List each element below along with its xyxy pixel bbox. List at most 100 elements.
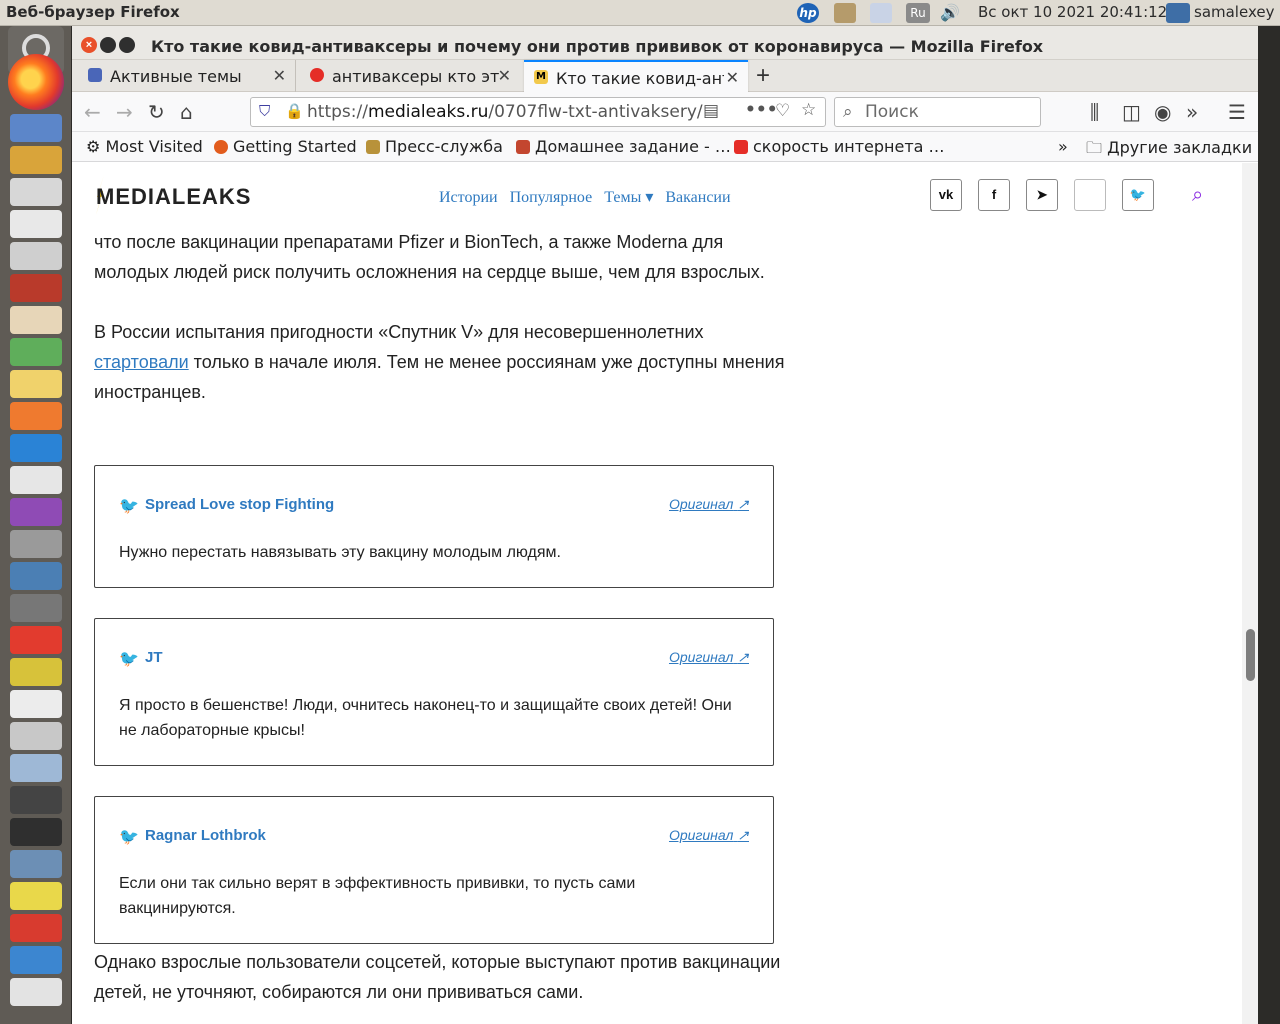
window-titlebar[interactable]: × Кто такие ковид-антиваксеры и почему о…	[72, 26, 1258, 60]
vk-icon[interactable]: vk	[930, 179, 962, 211]
app-launcher-icon[interactable]	[10, 978, 62, 1006]
site-logo[interactable]: MEDIALEAKS	[96, 184, 251, 210]
app-launcher-icon[interactable]	[10, 402, 62, 430]
app-launcher-icon[interactable]	[10, 274, 62, 302]
tab-close-icon[interactable]: ✕	[726, 68, 739, 87]
sidebar-icon[interactable]: ◫	[1122, 100, 1141, 124]
firefox-launcher-icon[interactable]	[8, 54, 64, 110]
bookmark-press-service[interactable]: Пресс-служба	[366, 137, 503, 156]
nav-stories[interactable]: Истории	[439, 189, 498, 206]
app-launcher-icon[interactable]	[10, 850, 62, 878]
site-header: MEDIALEAKS Истории Популярное Темы ▾ Вак…	[72, 163, 1242, 227]
window-minimize-button[interactable]	[100, 37, 116, 53]
odnoklassniki-icon[interactable]	[1074, 179, 1106, 211]
bookmark-star-icon[interactable]: ☆	[801, 100, 816, 120]
hamburger-menu-icon[interactable]: ☰	[1228, 100, 1246, 124]
app-launcher-icon[interactable]	[10, 242, 62, 270]
twitter-icon[interactable]: 🐦	[1122, 179, 1154, 211]
clipboard-icon[interactable]	[834, 3, 856, 23]
hp-printer-icon[interactable]: hp	[797, 3, 819, 23]
app-launcher-icon[interactable]	[10, 594, 62, 622]
scrollbar-thumb[interactable]	[1246, 629, 1255, 681]
app-launcher-icon[interactable]	[10, 306, 62, 334]
back-arrow-icon[interactable]: ←	[84, 100, 101, 124]
app-launcher-icon[interactable]	[10, 146, 62, 174]
app-launcher-icon[interactable]	[10, 690, 62, 718]
bookmark-label: Пресс-служба	[385, 137, 503, 156]
overflow-menu-icon[interactable]: »	[1186, 100, 1198, 124]
app-launcher-icon[interactable]	[10, 722, 62, 750]
tweet-text: Я просто в бешенстве! Люди, очнитесь нак…	[119, 697, 732, 739]
nav-popular[interactable]: Популярное	[510, 189, 593, 206]
other-bookmarks-folder[interactable]: 🗀 Другие закладки	[1086, 137, 1252, 164]
app-launcher-icon[interactable]	[10, 658, 62, 686]
tracking-protection-shield-icon[interactable]: ⛉	[259, 102, 270, 120]
volume-icon[interactable]: 🔊	[940, 3, 962, 23]
app-launcher-icon[interactable]	[10, 466, 62, 494]
reader-view-icon[interactable]: ▤	[703, 101, 719, 121]
url-bar[interactable]: ⛉ 🔒 https://medialeaks.ru/0707flw-txt-an…	[250, 97, 826, 127]
home-icon[interactable]: ⌂	[180, 100, 193, 124]
pocket-icon[interactable]: ♡	[775, 101, 790, 121]
tweet-author[interactable]: Ragnar Lothbrok	[145, 827, 266, 844]
firefox-icon	[214, 140, 228, 154]
facebook-icon[interactable]: f	[978, 179, 1010, 211]
app-launcher-icon[interactable]	[10, 338, 62, 366]
app-launcher-icon[interactable]	[10, 946, 62, 974]
app-launcher-icon[interactable]	[10, 882, 62, 910]
user-name[interactable]: samalexey	[1194, 3, 1274, 21]
app-launcher-icon[interactable]	[10, 786, 62, 814]
tab-medialeaks-article[interactable]: M Кто такие ковид-антиваксеры ✕	[524, 60, 748, 93]
started-link[interactable]: стартовали	[94, 352, 189, 372]
tab-active-topics[interactable]: Активные темы ✕	[78, 60, 296, 92]
bookmark-internet-speed[interactable]: скорость интернета …	[734, 137, 945, 156]
app-launcher-icon[interactable]	[10, 114, 62, 142]
reload-icon[interactable]: ↻	[148, 100, 165, 124]
new-tab-button[interactable]: +	[756, 62, 770, 90]
keyboard-layout-indicator[interactable]: Ru	[906, 3, 930, 23]
app-launcher-icon[interactable]	[10, 370, 62, 398]
clock[interactable]: Вс окт 10 2021 20:41:12	[978, 3, 1167, 21]
window-maximize-button[interactable]	[119, 37, 135, 53]
tab-close-icon[interactable]: ✕	[273, 66, 286, 85]
app-launcher-icon[interactable]	[10, 498, 62, 526]
tweet-original-link[interactable]: Оригинал ↗	[669, 496, 749, 513]
tweet-author[interactable]: Spread Love stop Fighting	[145, 496, 334, 513]
url-text[interactable]: https://medialeaks.ru/0707flw-txt-antiva…	[307, 102, 703, 122]
app-launcher-icon[interactable]	[10, 754, 62, 782]
bookmark-most-visited[interactable]: ⚙ Most Visited	[86, 137, 203, 156]
tweet-original-link[interactable]: Оригинал ↗	[669, 827, 749, 844]
bookmarks-overflow-chevron-icon[interactable]: »	[1058, 137, 1068, 156]
app-launcher-icon[interactable]	[10, 434, 62, 462]
app-launcher-icon[interactable]	[10, 626, 62, 654]
tweet-original-link[interactable]: Оригинал ↗	[669, 649, 749, 666]
lock-icon[interactable]: 🔒	[285, 102, 304, 120]
app-launcher-icon[interactable]	[10, 562, 62, 590]
window-close-button[interactable]: ×	[81, 37, 97, 53]
bookmark-homework[interactable]: Домашнее задание - …	[516, 137, 731, 156]
search-icon[interactable]: ⌕	[1192, 184, 1203, 207]
tab-antivaxers-search[interactable]: антиваксеры кто это ✕	[300, 60, 520, 92]
bookmark-getting-started[interactable]: Getting Started	[214, 137, 357, 156]
library-icon[interactable]: ⫼	[1090, 100, 1099, 124]
nav-jobs[interactable]: Вакансии	[665, 189, 730, 206]
page-actions-more-icon[interactable]: •••	[745, 100, 778, 120]
account-icon[interactable]: ◉	[1154, 100, 1171, 124]
telegram-icon[interactable]: ➤	[1026, 179, 1058, 211]
tab-close-icon[interactable]: ✕	[498, 66, 511, 85]
nav-topics-dropdown[interactable]: Темы ▾	[604, 189, 653, 206]
pen-icon[interactable]	[870, 3, 892, 23]
tweet-author[interactable]: JT	[145, 649, 163, 666]
app-launcher-icon[interactable]	[10, 178, 62, 206]
app-launcher-icon[interactable]	[10, 210, 62, 238]
page-scrollbar[interactable]	[1242, 163, 1258, 1024]
school-icon	[516, 140, 530, 154]
app-launcher-icon[interactable]	[10, 914, 62, 942]
tab-label: Кто такие ковид-антиваксеры	[556, 69, 724, 88]
user-computer-icon[interactable]	[1166, 3, 1190, 23]
app-launcher-icon[interactable]	[10, 818, 62, 846]
forward-arrow-icon[interactable]: →	[116, 100, 133, 124]
app-launcher-icon[interactable]	[10, 530, 62, 558]
bookmark-label: Другие закладки	[1107, 138, 1253, 157]
search-input[interactable]: ⌕ Поиск	[834, 97, 1041, 127]
